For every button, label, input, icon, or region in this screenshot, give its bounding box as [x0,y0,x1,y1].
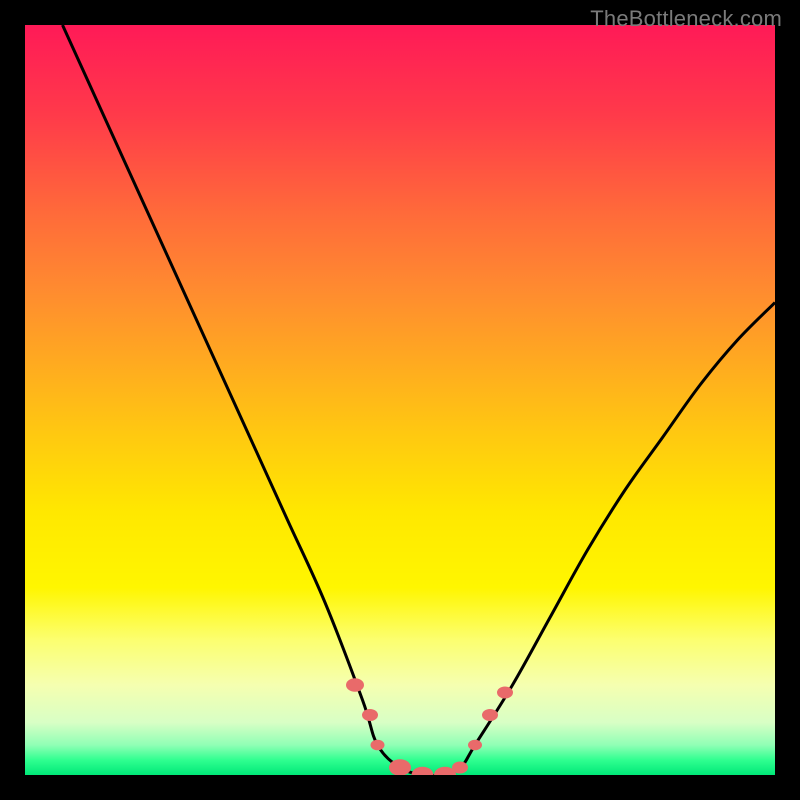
bottleneck-curve [25,25,775,775]
curve-marker [412,767,434,775]
plot-area [25,25,775,775]
watermark-text: TheBottleneck.com [590,6,782,32]
curve-marker [362,709,378,721]
curve-marker [452,762,468,774]
curve-marker [371,740,385,751]
chart-container: TheBottleneck.com [0,0,800,800]
curve-marker [346,678,364,692]
curve-marker [468,740,482,751]
curve-marker [482,709,498,721]
curve-marker [497,687,513,699]
